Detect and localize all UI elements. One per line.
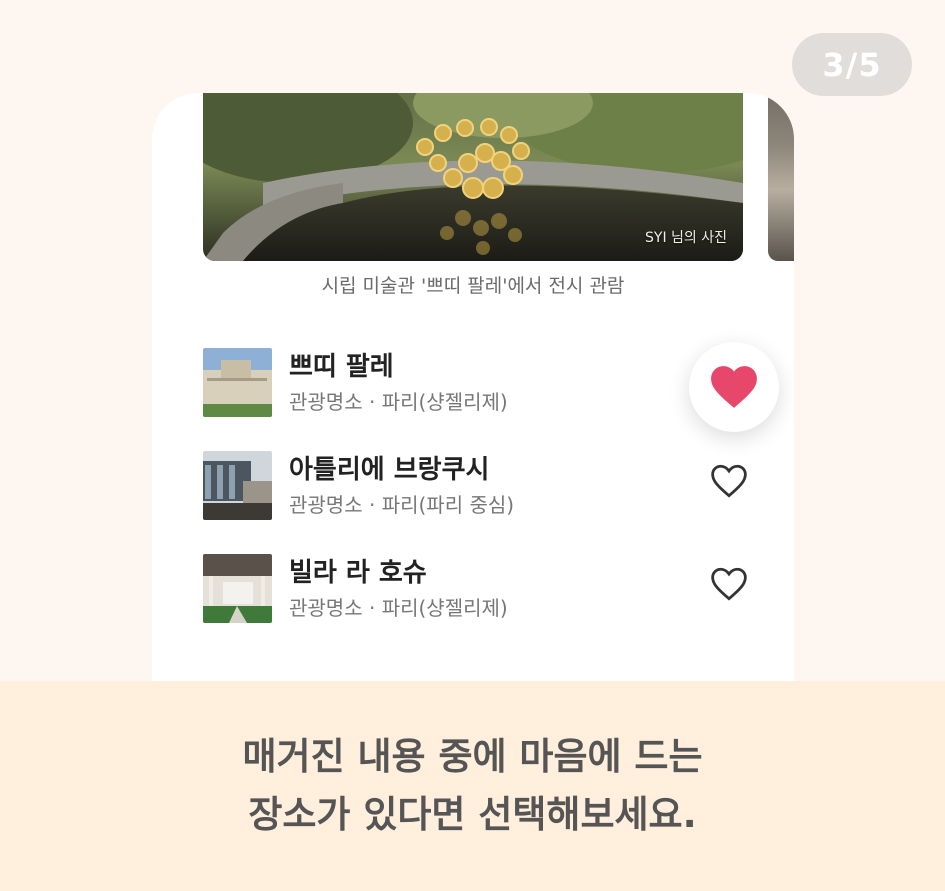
- list-item[interactable]: 쁘띠 팔레 관광명소 · 파리(샹젤리제): [203, 342, 779, 451]
- like-button[interactable]: [707, 562, 751, 606]
- instruction-line-2: 장소가 있다면 선택해보세요.: [248, 793, 697, 836]
- place-name: 쁘띠 팔레: [289, 352, 394, 382]
- heart-outline-icon: [711, 567, 747, 601]
- magazine-card: SYI 님의 사진 시립 미술관 '쁘띠 팔레'에서 전시 관람 쁘띠 팔레 관…: [152, 93, 794, 693]
- next-photo-peek[interactable]: [768, 93, 794, 261]
- meta-separator: ·: [362, 390, 382, 414]
- like-button[interactable]: [689, 342, 779, 432]
- page-indicator: 3/5: [792, 33, 912, 96]
- instruction-line-1: 매거진 내용 중에 마음에 드는: [242, 735, 703, 778]
- place-meta: 관광명소 · 파리(샹젤리제): [289, 592, 508, 621]
- place-location: 파리(샹젤리제): [381, 390, 508, 414]
- photo-credit: SYI 님의 사진: [645, 230, 727, 246]
- place-thumbnail: [203, 348, 272, 417]
- place-location: 파리(샹젤리제): [381, 596, 508, 620]
- place-location: 파리(파리 중심): [381, 493, 515, 517]
- meta-separator: ·: [362, 493, 382, 517]
- hero-photo[interactable]: SYI 님의 사진: [203, 93, 743, 261]
- place-meta: 관광명소 · 파리(샹젤리제): [289, 386, 508, 415]
- instruction-banner: 매거진 내용 중에 마음에 드는 장소가 있다면 선택해보세요.: [0, 681, 945, 891]
- place-list: 쁘띠 팔레 관광명소 · 파리(샹젤리제) 아틀리에 브랑쿠시 관광명소 · 파…: [203, 342, 779, 657]
- place-thumbnail: [203, 451, 272, 520]
- place-name: 아틀리에 브랑쿠시: [289, 455, 490, 485]
- place-meta: 관광명소 · 파리(파리 중심): [289, 489, 514, 518]
- list-item[interactable]: 빌라 라 호슈 관광명소 · 파리(샹젤리제): [203, 554, 763, 657]
- heart-outline-icon: [711, 464, 747, 498]
- place-category: 관광명소: [289, 596, 363, 620]
- instruction-text: 매거진 내용 중에 마음에 드는 장소가 있다면 선택해보세요.: [0, 728, 945, 844]
- list-item[interactable]: 아틀리에 브랑쿠시 관광명소 · 파리(파리 중심): [203, 451, 763, 554]
- place-category: 관광명소: [289, 493, 363, 517]
- meta-separator: ·: [362, 596, 382, 620]
- place-name: 빌라 라 호슈: [289, 558, 427, 588]
- place-category: 관광명소: [289, 390, 363, 414]
- place-thumbnail: [203, 554, 272, 623]
- like-button[interactable]: [707, 459, 751, 503]
- hero-caption: 시립 미술관 '쁘띠 팔레'에서 전시 관람: [321, 275, 625, 297]
- heart-filled-icon: [711, 366, 757, 408]
